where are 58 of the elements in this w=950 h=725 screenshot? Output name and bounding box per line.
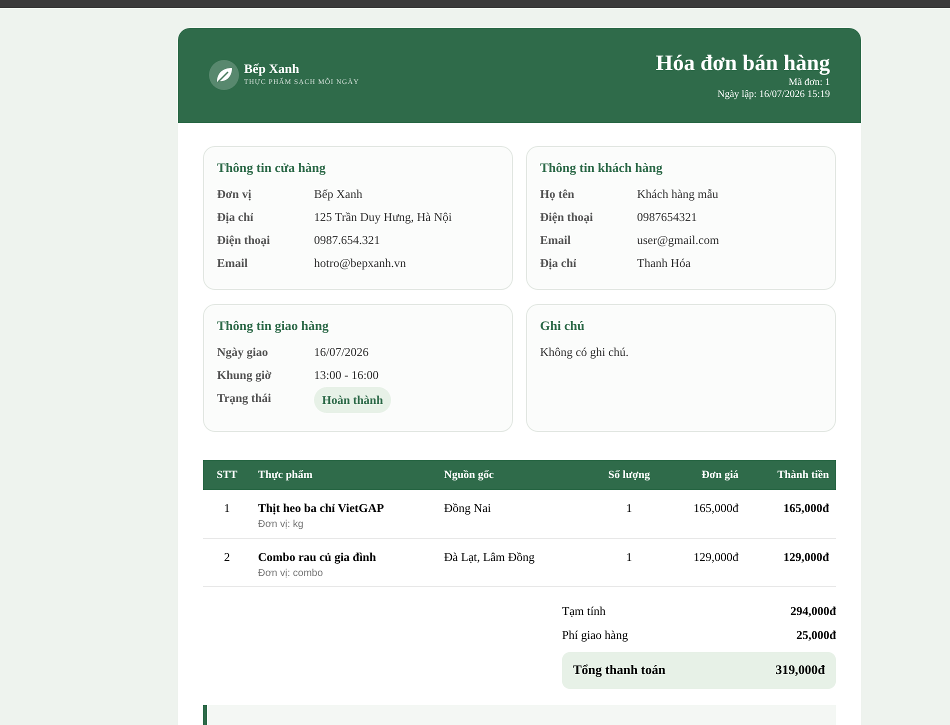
field-label: Email xyxy=(540,232,572,248)
unit-text: Đơn vị: combo xyxy=(258,566,324,580)
card-title: Thông tin cửa hàng xyxy=(217,159,327,177)
created-date: Ngày lập: 16/07/2026 15:19 xyxy=(718,89,830,102)
field-value: 125 Trần Duy Hưng, Hà Nội xyxy=(314,208,452,226)
invoice-title: Hóa đơn bán hàng xyxy=(656,49,830,77)
card-title: Ghi chú xyxy=(540,317,586,335)
status-badge: Hoàn thành xyxy=(314,386,392,412)
column-header: Đơn giá xyxy=(664,460,739,490)
field-label: Ngày giao xyxy=(217,344,269,360)
field-value: 0987.654.321 xyxy=(314,232,380,248)
field-value: hotro@bepxanh.vn xyxy=(314,254,406,272)
field-label: Điện thoại xyxy=(540,208,594,226)
summary-label: Tạm tính xyxy=(562,602,606,620)
field-label: Khung giờ xyxy=(217,366,272,384)
table-cell: 165,000đ xyxy=(694,501,739,515)
summary-value: 294,000đ xyxy=(790,602,836,620)
leaf-icon xyxy=(209,60,239,90)
column-header: STT xyxy=(203,460,251,490)
field-value: 16/07/2026 xyxy=(314,344,369,360)
brand-name: Bếp Xanh xyxy=(244,61,300,78)
table-cell: 2 xyxy=(224,550,230,564)
order-number: Mã đơn: 1 xyxy=(788,76,830,90)
card-title: Thông tin giao hàng xyxy=(217,317,330,335)
column-header: Nguồn gốc xyxy=(444,460,595,490)
product-name: Combo rau củ gia đình xyxy=(258,548,378,566)
summary-label: Phí giao hàng xyxy=(562,626,628,644)
table-cell: 1 xyxy=(626,550,632,564)
card-title: Thông tin khách hàng xyxy=(540,159,664,177)
field-label: Địa chỉ xyxy=(217,208,254,226)
field-value: 13:00 - 16:00 xyxy=(314,366,379,384)
field-label: Email xyxy=(217,254,249,272)
grand-total-label: Tổng thanh toán xyxy=(573,661,666,680)
table-cell: Đà Lạt, Lâm Đồng xyxy=(444,550,535,564)
field-value: Khách hàng mẫu xyxy=(637,186,718,202)
column-header: Thực phẩm xyxy=(251,460,444,490)
table-cell: 129,000đ xyxy=(694,550,739,564)
table-cell: 165,000đ xyxy=(783,501,829,515)
unit-text: Đơn vị: kg xyxy=(258,518,304,532)
table-cell: 1 xyxy=(224,501,230,515)
product-name: Thịt heo ba chỉ VietGAP xyxy=(258,500,386,517)
field-value: Bếp Xanh xyxy=(314,186,362,202)
column-header: Số lượng xyxy=(594,460,664,490)
table-cell: 129,000đ xyxy=(783,550,829,564)
table-cell: Đồng Nai xyxy=(444,501,491,515)
field-label: Trạng thái xyxy=(217,390,272,406)
field-value: 0987654321 xyxy=(637,208,697,226)
field-label: Điện thoại xyxy=(217,232,272,248)
table-cell: 1 xyxy=(626,501,632,515)
field-value: user@gmail.com xyxy=(637,232,720,248)
field-label: Họ tên xyxy=(540,186,576,202)
column-header: Thành tiền xyxy=(738,460,836,490)
field-value: Thanh Hóa xyxy=(637,254,691,272)
summary-value: 25,000đ xyxy=(796,626,836,644)
field-label: Địa chỉ xyxy=(540,254,578,272)
field-label: Đơn vị xyxy=(217,186,252,202)
note-text: Không có ghi chú. xyxy=(540,344,630,360)
grand-total-value: 319,000đ xyxy=(776,661,825,680)
